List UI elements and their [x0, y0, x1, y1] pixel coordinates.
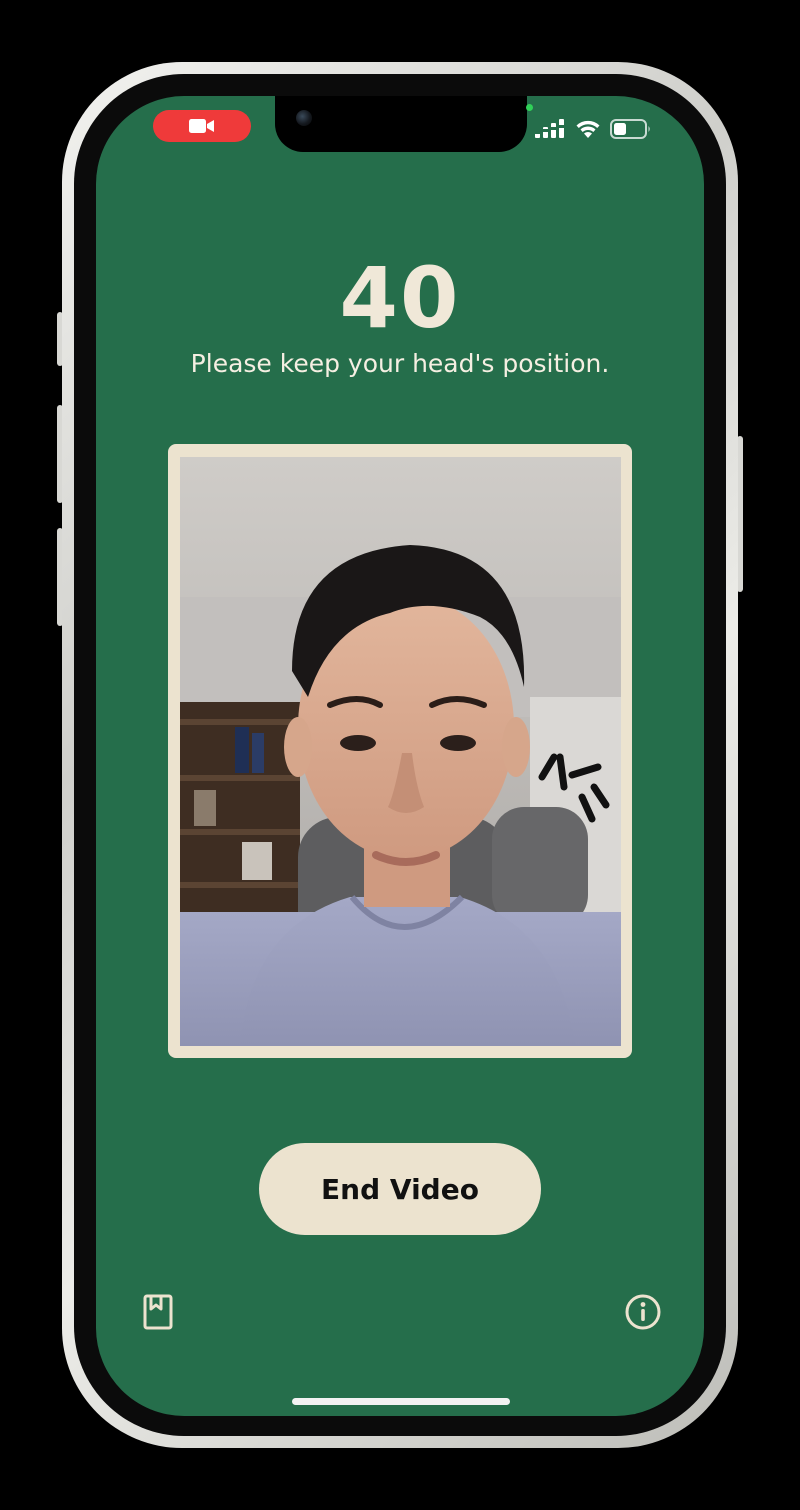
status-icons [534, 116, 652, 142]
battery-icon [610, 119, 650, 139]
book-glyph [143, 1294, 173, 1330]
camera-preview [180, 457, 621, 1046]
info-glyph [625, 1294, 661, 1330]
info-icon[interactable] [623, 1292, 663, 1332]
camera-preview-image [180, 457, 621, 1046]
wifi-icon [576, 120, 600, 138]
countdown-timer: 40 [339, 249, 461, 347]
camera-in-use-indicator [526, 104, 533, 111]
bookmark-book-icon[interactable] [138, 1292, 178, 1332]
screen-recording-indicator[interactable] [153, 110, 251, 142]
video-camera-icon [189, 119, 214, 133]
notch [275, 96, 527, 152]
instruction-text: Please keep your head's position. [190, 349, 610, 378]
end-video-button[interactable]: End Video [259, 1143, 541, 1235]
cellular-signal-icon [535, 119, 564, 138]
home-indicator[interactable] [292, 1398, 510, 1405]
front-camera [296, 110, 312, 126]
